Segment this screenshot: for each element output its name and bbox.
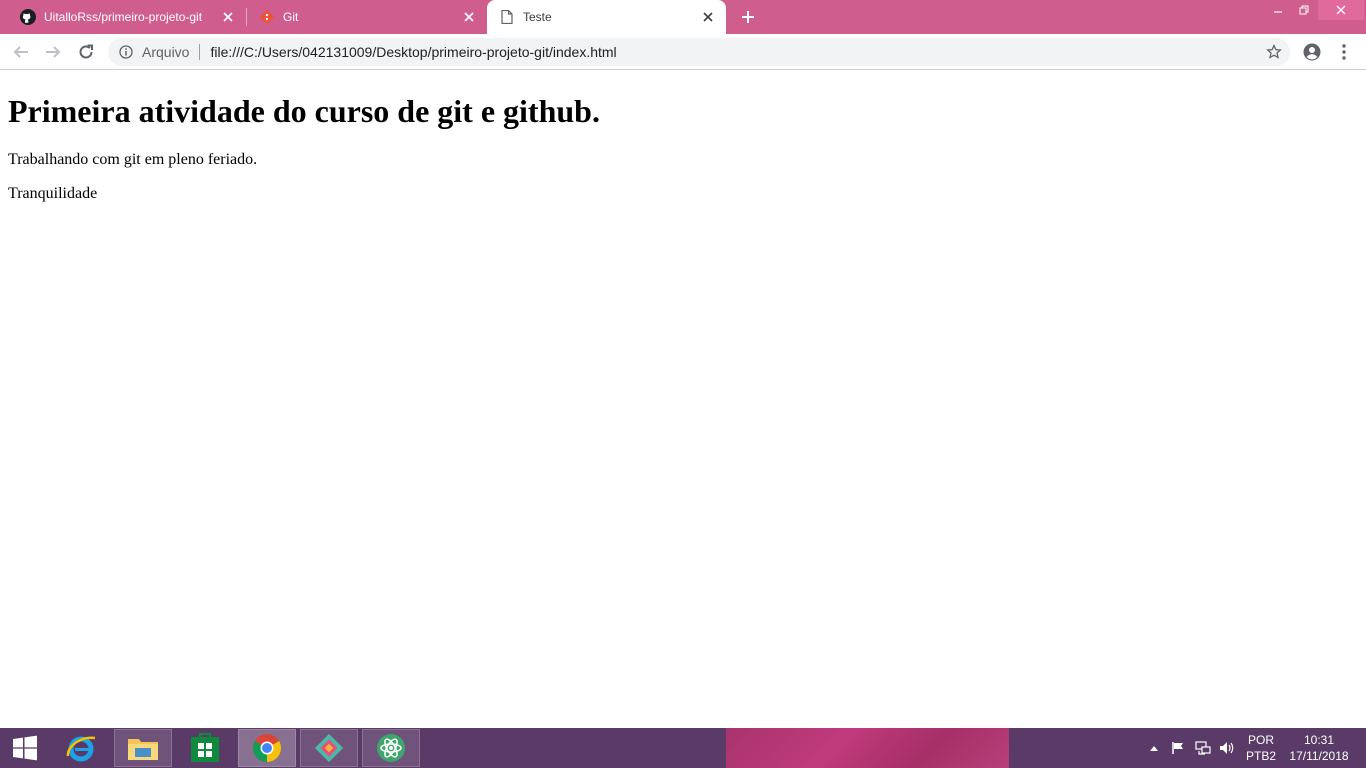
- page-heading: Primeira atividade do curso de git e git…: [8, 93, 600, 129]
- origin-label: Arquivo: [142, 44, 190, 60]
- page-content: Primeira atividade do curso de git e git…: [0, 71, 1366, 728]
- clock[interactable]: 10:31 17/11/2018: [1284, 732, 1354, 764]
- back-button[interactable]: [9, 40, 33, 64]
- taskbar: POR PTB2 10:31 17/11/2018: [0, 728, 1366, 768]
- more-vertical-icon: [1342, 44, 1346, 60]
- start-icon: [13, 735, 37, 761]
- origin-divider: [199, 44, 201, 60]
- star-icon[interactable]: [1266, 43, 1282, 60]
- language-indicator[interactable]: POR PTB2: [1242, 732, 1280, 764]
- tab-label: Teste: [523, 10, 552, 24]
- tab-teste[interactable]: Teste: [487, 0, 726, 34]
- start-button[interactable]: [0, 728, 50, 768]
- chrome-icon[interactable]: [238, 729, 296, 767]
- page-icon: [499, 9, 515, 25]
- menu-button[interactable]: [1332, 40, 1356, 64]
- tab-strip: UitalloRss/primeiro-projeto-git Git Test…: [0, 0, 1366, 34]
- chevron-up-icon[interactable]: [1146, 728, 1162, 768]
- info-icon[interactable]: [118, 44, 134, 60]
- atom-icon[interactable]: [362, 729, 420, 767]
- restore-button[interactable]: [1292, 0, 1316, 20]
- tab-label: Git: [283, 10, 299, 24]
- account-icon: [1303, 43, 1321, 61]
- close-icon[interactable]: [461, 9, 477, 25]
- close-icon[interactable]: [700, 9, 716, 25]
- tab-label: UitalloRss/primeiro-projeto-git: [44, 10, 203, 24]
- url-text[interactable]: file:///C:/Users/042131009/Desktop/prime…: [210, 44, 616, 60]
- new-tab-button[interactable]: [736, 5, 760, 29]
- minimize-button[interactable]: [1264, 0, 1292, 20]
- flag-icon[interactable]: [1168, 728, 1188, 768]
- taskbar-accent: [726, 728, 1009, 768]
- network-icon[interactable]: [1192, 728, 1214, 768]
- github-icon: [20, 9, 36, 25]
- browser-toolbar: Arquivo file:///C:/Users/042131009/Deskt…: [0, 34, 1366, 70]
- paragraph-1: Trabalhando com git em pleno feriado.: [8, 151, 258, 168]
- store-icon[interactable]: [176, 728, 234, 768]
- reload-button[interactable]: [74, 40, 98, 64]
- address-bar[interactable]: Arquivo file:///C:/Users/042131009/Deskt…: [108, 38, 1290, 66]
- keyboard-layout: PTB2: [1245, 749, 1276, 763]
- language-code: POR: [1247, 733, 1274, 747]
- forward-button[interactable]: [41, 40, 65, 64]
- tab-github[interactable]: UitalloRss/primeiro-projeto-git: [0, 0, 246, 34]
- internet-explorer-icon[interactable]: [52, 728, 110, 768]
- volume-icon[interactable]: [1216, 728, 1238, 768]
- file-explorer-icon[interactable]: [114, 729, 172, 767]
- tab-git[interactable]: Git: [247, 0, 487, 34]
- git-icon: [259, 9, 275, 25]
- gitkraken-icon[interactable]: [300, 729, 358, 767]
- clock-time: 10:31: [1303, 733, 1335, 747]
- profile-button[interactable]: [1300, 40, 1324, 64]
- close-window-button[interactable]: [1318, 0, 1364, 20]
- paragraph-2: Tranquilidade: [8, 185, 98, 202]
- clock-date: 17/11/2018: [1289, 749, 1349, 763]
- close-icon[interactable]: [220, 9, 236, 25]
